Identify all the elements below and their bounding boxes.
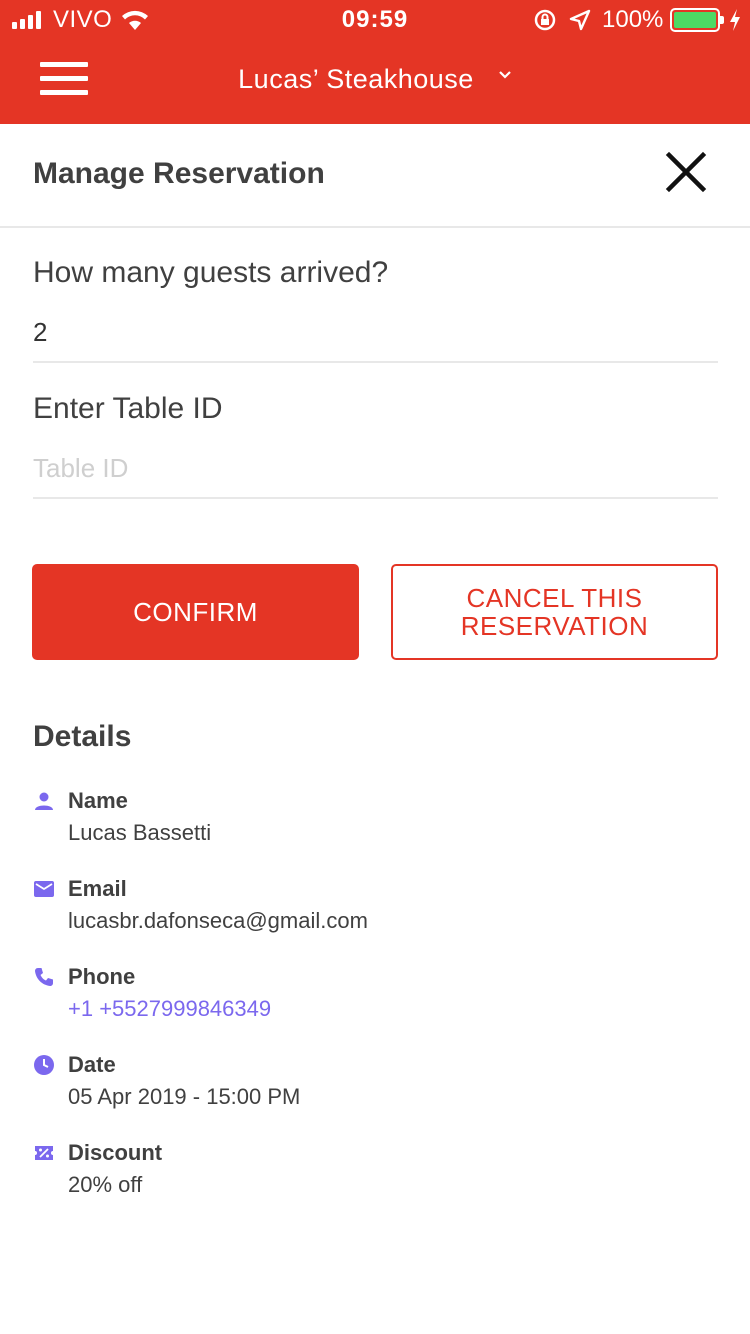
detail-label: Phone	[68, 964, 136, 989]
venue-name: Lucas’ Steakhouse	[238, 64, 474, 94]
rotation-lock-icon	[534, 9, 556, 31]
location-arrow-icon	[569, 9, 591, 31]
confirm-button[interactable]: CONFIRM	[32, 564, 359, 660]
chevron-down-icon	[499, 71, 511, 79]
detail-value: Lucas Bassetti	[68, 820, 212, 845]
charging-icon	[730, 9, 740, 31]
guests-label: How many guests arrived?	[33, 256, 389, 289]
battery-percent: 100%	[602, 6, 664, 33]
discount-icon	[35, 1146, 53, 1160]
details-title: Details	[33, 720, 132, 753]
clock-icon	[34, 1055, 54, 1075]
page-header: Manage Reservation	[0, 124, 750, 228]
app-bar: VIVO 09:59 100% Lucas’ Steakhouse	[0, 0, 750, 124]
cancel-reservation-label: CANCEL THIS RESERVATION	[460, 583, 649, 641]
venue-selector[interactable]: Lucas’ Steakhouse	[0, 64, 750, 95]
phone-link[interactable]: +1 +5527999846349	[68, 996, 271, 1022]
detail-value: lucasbr.dafonseca@gmail.com	[68, 908, 368, 933]
confirm-button-label: CONFIRM	[133, 596, 258, 627]
detail-label: Discount	[68, 1140, 163, 1165]
detail-label: Email	[68, 876, 127, 901]
person-icon	[35, 792, 53, 810]
battery-icon	[670, 8, 724, 32]
cancel-reservation-button[interactable]: CANCEL THIS RESERVATION	[391, 564, 718, 660]
phone-icon	[35, 968, 53, 986]
detail-label: Name	[68, 788, 128, 813]
detail-value: 20% off	[68, 1172, 143, 1197]
detail-value: 05 Apr 2019 - 15:00 PM	[68, 1084, 301, 1109]
table-id-input[interactable]	[33, 439, 718, 499]
page-title: Manage Reservation	[33, 157, 325, 190]
guests-input[interactable]	[33, 303, 718, 363]
close-icon[interactable]	[664, 150, 708, 194]
table-id-label: Enter Table ID	[33, 392, 223, 425]
detail-label: Date	[68, 1052, 116, 1077]
email-icon	[34, 881, 54, 897]
status-bar: VIVO 09:59 100%	[0, 0, 750, 40]
